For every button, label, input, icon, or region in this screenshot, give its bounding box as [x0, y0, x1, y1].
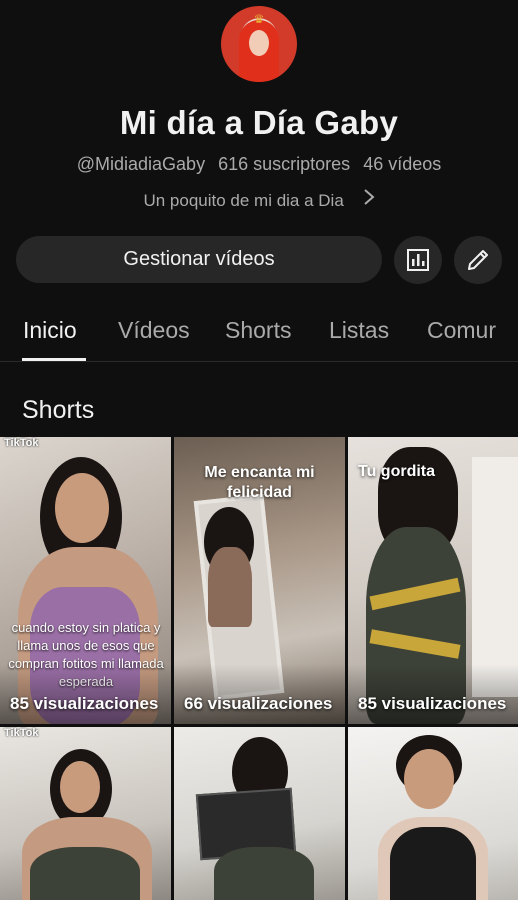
channel-description[interactable]: Un poquito de mi dia a Dia	[0, 188, 518, 212]
tab-shorts[interactable]: Shorts	[225, 317, 291, 344]
description-text: Un poquito de mi dia a Dia	[143, 191, 344, 210]
tiktok-watermark: TikTok	[4, 727, 39, 739]
chevron-right-icon	[363, 188, 375, 212]
shorts-grid: TikTok cuando estoy sin platica y llama …	[0, 437, 518, 900]
view-count: 85 visualizaciones	[358, 694, 507, 713]
view-count: 66 visualizaciones	[184, 694, 333, 713]
manage-videos-label: Gestionar vídeos	[123, 248, 275, 270]
short-thumbnail[interactable]: Tu gordita 85 visualizaciones	[348, 437, 518, 724]
bar-chart-icon	[407, 249, 429, 271]
tiktok-watermark: TikTok	[4, 437, 39, 449]
tab-inicio[interactable]: Inicio	[23, 317, 77, 344]
short-thumbnail[interactable]: Me encanta mi felicidad 66 visualizacion…	[174, 437, 345, 724]
short-overlay-title: Me encanta mi felicidad	[204, 464, 315, 501]
channel-avatar[interactable]: ♛	[221, 6, 297, 82]
channel-name: Mi día a Día Gaby	[119, 104, 399, 141]
active-tab-indicator	[22, 358, 86, 361]
short-thumbnail[interactable]: TikTok	[0, 727, 171, 900]
view-count: 85 visualizaciones	[10, 694, 159, 713]
tab-comunidad[interactable]: Comur	[427, 317, 496, 344]
manage-videos-button[interactable]: Gestionar vídeos	[16, 236, 382, 283]
edit-channel-button[interactable]	[454, 236, 502, 284]
video-count: 46 vídeos	[363, 154, 442, 174]
pencil-icon	[468, 250, 488, 270]
analytics-button[interactable]	[394, 236, 442, 284]
channel-meta: @MidiadiaGaby 616 suscriptores 46 vídeos	[0, 154, 518, 175]
subscriber-count: 616 suscriptores	[218, 154, 351, 174]
section-title: Shorts	[22, 396, 95, 424]
short-thumbnail[interactable]	[348, 727, 518, 900]
channel-tabs: Inicio Vídeos Shorts Listas Comur	[0, 300, 518, 362]
short-overlay-title: Tu gordita	[358, 463, 436, 480]
short-thumbnail[interactable]	[174, 727, 345, 900]
tab-listas[interactable]: Listas	[329, 317, 389, 344]
tab-videos[interactable]: Vídeos	[118, 317, 190, 344]
short-thumbnail[interactable]: TikTok cuando estoy sin platica y llama …	[0, 437, 171, 724]
channel-handle: @MidiadiaGaby	[76, 154, 206, 174]
crown-icon: ♛	[253, 12, 265, 26]
